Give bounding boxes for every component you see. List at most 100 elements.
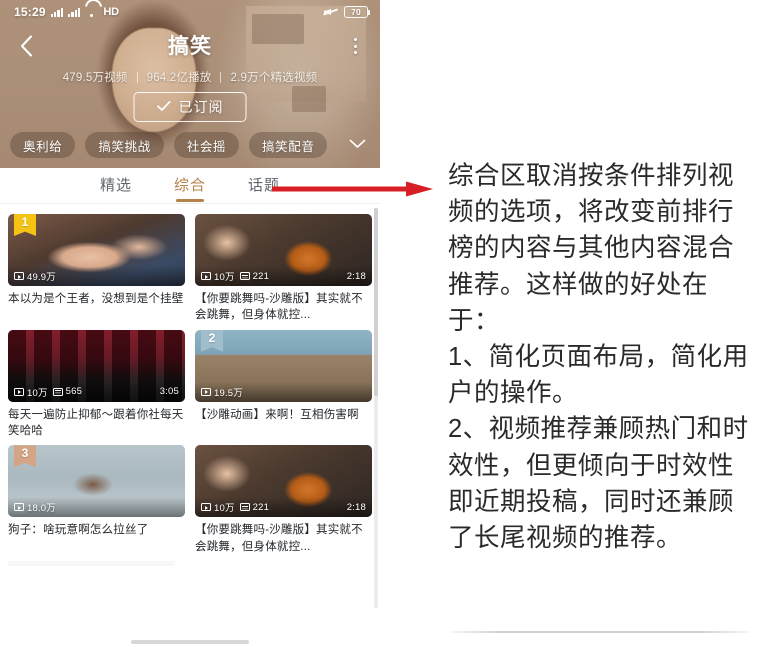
red-arrow-right-icon: [272, 181, 434, 201]
video-thumbnail[interactable]: 2 19.5万: [195, 329, 372, 402]
stat-featured: 2.9万个精选视频: [230, 72, 318, 84]
red-arrow-annotation: [272, 181, 434, 197]
play-count: 19.5万: [201, 385, 243, 399]
tag-chip-row: 奥利给 搞笑挑战 社会摇 搞笑配音: [0, 131, 380, 159]
phone-screen: 15:29 HD 70 搞笑 479.5万视频 964.2亿播放 2.9万个精选…: [0, 0, 380, 647]
thumbnail-stats-overlay: 10万 221 2:18: [195, 266, 372, 286]
status-bar-right: 70: [323, 6, 380, 18]
mute-icon: [323, 6, 338, 18]
feed-scrollbar[interactable]: [374, 208, 378, 608]
danmaku-count-icon: [52, 387, 63, 396]
video-title: 狗子：啥玩意啊怎么拉丝了: [8, 524, 149, 537]
tab-comprehensive[interactable]: 综合: [174, 174, 206, 198]
screenshot-root: 15:29 HD 70 搞笑 479.5万视频 964.2亿播放 2.9万个精选…: [0, 0, 765, 647]
play-count-icon: [14, 387, 24, 396]
danmaku-count: 221: [239, 501, 270, 513]
thumbnail-stats-overlay: 10万 565 3:05: [8, 381, 185, 402]
video-card[interactable]: 10万 565 3:05 每天一遍防止抑郁～跟着你社每天笑哈哈: [8, 329, 185, 440]
danmaku-count-icon: [239, 272, 250, 280]
video-feed[interactable]: 1 49.9万 本以为是个王者，没想到是个挂壁 10万 221 2:18 【你要…: [0, 204, 380, 647]
placeholder-line: [8, 560, 176, 566]
video-card[interactable]: 1 49.9万 本以为是个王者，没想到是个挂壁: [8, 214, 185, 324]
play-count-value: 18.0万: [27, 503, 56, 515]
video-duration: 2:18: [346, 501, 366, 513]
note-paragraph-2: 1、简化页面布局，简化用户的操作。: [448, 343, 749, 408]
video-thumbnail[interactable]: 1 49.9万: [8, 214, 185, 286]
thumbnail-stats-overlay: 10万 221 2:18: [195, 497, 372, 518]
network-type-label: HD: [103, 6, 119, 18]
play-count: 49.9万: [14, 269, 56, 283]
chevron-down-icon: [349, 136, 366, 154]
danmaku-count-icon: [239, 503, 250, 512]
channel-stats: 479.5万视频 964.2亿播放 2.9万个精选视频: [0, 69, 380, 85]
status-time: 15:29: [14, 5, 46, 19]
play-count: 10万: [201, 500, 235, 514]
danmaku-count-value: 221: [252, 270, 270, 282]
status-bar: 15:29 HD 70: [0, 0, 380, 24]
play-count: 18.0万: [14, 500, 56, 514]
note-bottom-divider: [450, 631, 750, 633]
video-thumbnail[interactable]: 3 18.0万: [8, 445, 185, 518]
play-count-value: 19.5万: [214, 387, 243, 399]
more-options-button[interactable]: [344, 34, 366, 58]
check-icon: [157, 99, 172, 115]
subscribe-button[interactable]: 已订阅: [133, 92, 247, 122]
signal-bars-icon: [50, 7, 64, 17]
play-count-value: 10万: [27, 387, 48, 399]
thumbnail-stats-overlay: 18.0万: [8, 497, 185, 518]
play-count-value: 10万: [214, 503, 235, 515]
play-count: 10万: [201, 269, 235, 283]
signal-bars-icon-2: [68, 7, 81, 17]
danmaku-count-value: 221: [252, 501, 270, 513]
tag-chip-3[interactable]: 搞笑配音: [249, 132, 328, 158]
video-title: 【你要跳舞吗-沙雕版】其实就不会跳舞，但身体就控...: [195, 524, 363, 553]
video-title: 【你要跳舞吗-沙雕版】其实就不会跳舞，但身体就控...: [195, 293, 363, 322]
tag-chip-1[interactable]: 搞笑挑战: [85, 132, 164, 158]
play-count-icon: [14, 272, 24, 280]
battery-indicator: 70: [344, 6, 370, 18]
video-thumbnail[interactable]: 10万 221 2:18: [195, 445, 372, 518]
play-count-icon: [201, 272, 211, 280]
more-vertical-icon: [353, 38, 357, 42]
status-bar-left: 15:29 HD: [0, 5, 119, 19]
video-duration: 2:18: [346, 270, 366, 282]
expand-tags-button[interactable]: [344, 132, 370, 158]
tag-chip-0[interactable]: 奥利给: [10, 132, 76, 158]
video-title: 【沙雕动画】来啊！互相伤害啊: [195, 408, 359, 421]
annotation-note-panel: 综合区取消按条件排列视频的选项，将改变前排行榜的内容与其他内容混合推荐。这样做的…: [440, 0, 765, 647]
video-thumbnail[interactable]: 10万 221 2:18: [195, 214, 372, 286]
tab-featured[interactable]: 精选: [100, 174, 132, 198]
subscribe-label: 已订阅: [178, 99, 224, 115]
video-title: 本以为是个王者，没想到是个挂壁: [8, 293, 184, 305]
play-count-icon: [201, 387, 211, 396]
play-count-icon: [201, 503, 211, 512]
stat-plays: 964.2亿播放: [146, 72, 212, 84]
page-title: 搞笑: [168, 35, 212, 58]
play-count: 10万: [14, 385, 48, 399]
next-row-placeholder: [8, 560, 372, 566]
channel-hero-banner: 15:29 HD 70 搞笑 479.5万视频 964.2亿播放 2.9万个精选…: [0, 0, 380, 168]
thumbnail-stats-overlay: 49.9万: [8, 266, 185, 286]
note-paragraph-3: 2、视频推荐兼顾热门和时效性，但更倾向于时效性即近期投稿，同时还兼顾了长尾视频的…: [448, 415, 749, 553]
video-thumbnail[interactable]: 10万 565 3:05: [8, 329, 185, 402]
video-duration: 3:05: [159, 386, 179, 398]
channel-nav-bar: 搞笑: [0, 26, 380, 66]
video-grid: 1 49.9万 本以为是个王者，没想到是个挂壁 10万 221 2:18 【你要…: [8, 214, 372, 555]
home-gesture-bar: [131, 640, 249, 644]
video-title: 每天一遍防止抑郁～跟着你社每天笑哈哈: [8, 408, 184, 437]
video-card[interactable]: 3 18.0万 狗子：啥玩意啊怎么拉丝了: [8, 445, 185, 555]
stat-videos: 479.5万视频: [62, 72, 128, 84]
feed-scrollbar-thumb[interactable]: [374, 208, 378, 396]
play-count-value: 49.9万: [27, 272, 56, 283]
wifi-icon: [85, 7, 98, 17]
danmaku-count: 221: [239, 270, 270, 282]
thumbnail-stats-overlay: 19.5万: [195, 381, 372, 402]
danmaku-count-value: 565: [65, 386, 83, 398]
play-count-value: 10万: [214, 272, 235, 283]
video-card[interactable]: 10万 221 2:18 【你要跳舞吗-沙雕版】其实就不会跳舞，但身体就控...: [195, 214, 372, 324]
video-card[interactable]: 2 19.5万 【沙雕动画】来啊！互相伤害啊: [195, 329, 372, 440]
danmaku-count: 565: [52, 386, 83, 398]
tag-chip-2[interactable]: 社会摇: [173, 132, 240, 158]
note-paragraph-1: 综合区取消按条件排列视频的选项，将改变前排行榜的内容与其他内容混合推荐。这样做的…: [448, 162, 735, 335]
video-card[interactable]: 10万 221 2:18 【你要跳舞吗-沙雕版】其实就不会跳舞，但身体就控...: [195, 445, 372, 555]
